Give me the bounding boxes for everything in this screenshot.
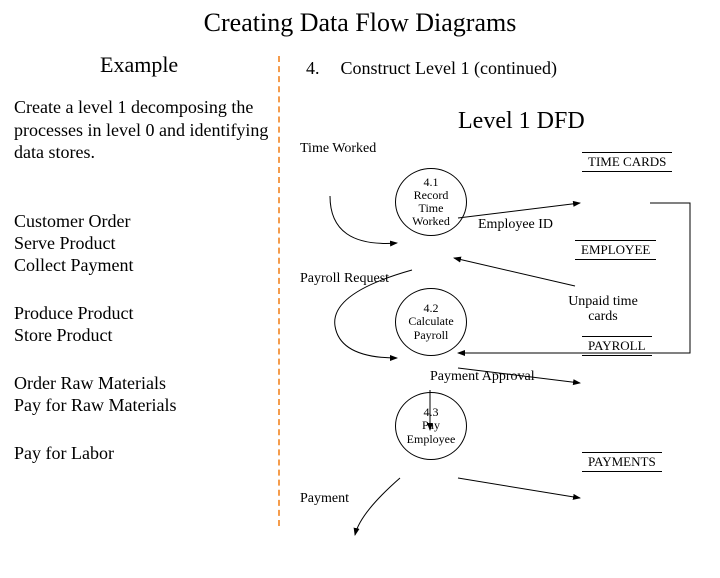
datastore-payments: PAYMENTS [582,452,662,472]
label-employee-id: Employee ID [478,218,553,233]
label-payment: Payment [300,492,349,507]
group-3b: Pay for Raw Materials [14,394,274,417]
process-4-1: 4.1 Record Time Worked [395,168,467,236]
group-2a: Produce Product [14,302,274,325]
datastore-time-cards: TIME CARDS [582,152,672,172]
label-unpaid-time-cards: Unpaid time cards [558,295,648,324]
datastore-payroll: PAYROLL [582,336,652,356]
process-4-3-name: Pay Employee [400,419,462,445]
page-title: Creating Data Flow Diagrams [0,0,720,38]
vertical-divider [278,56,280,526]
group-1c: Collect Payment [14,254,274,277]
example-heading: Example [100,52,178,78]
label-time-worked: Time Worked [300,142,376,157]
datastore-employee: EMPLOYEE [575,240,656,260]
step-number: 4. [306,58,336,79]
process-4-2: 4.2 Calculate Payroll [395,288,467,356]
label-payroll-request: Payroll Request [300,272,389,287]
group-4a: Pay for Labor [14,442,274,465]
process-4-3: 4.3 Pay Employee [395,392,467,460]
step-row: 4. Construct Level 1 (continued) [306,58,557,79]
label-payment-approval: Payment Approval [430,370,535,385]
group-1a: Customer Order [14,210,274,233]
group-3a: Order Raw Materials [14,372,274,395]
step-text: Construct Level 1 (continued) [341,58,557,78]
group-1b: Serve Product [14,232,274,255]
dfd-title: Level 1 DFD [458,108,585,135]
process-4-1-id: 4.1 [424,176,439,189]
process-4-2-name: Calculate Payroll [400,315,462,341]
group-2b: Store Product [14,324,274,347]
step-description: Create a level 1 decomposing the process… [14,96,274,164]
process-4-1-name: Record Time Worked [400,189,462,229]
